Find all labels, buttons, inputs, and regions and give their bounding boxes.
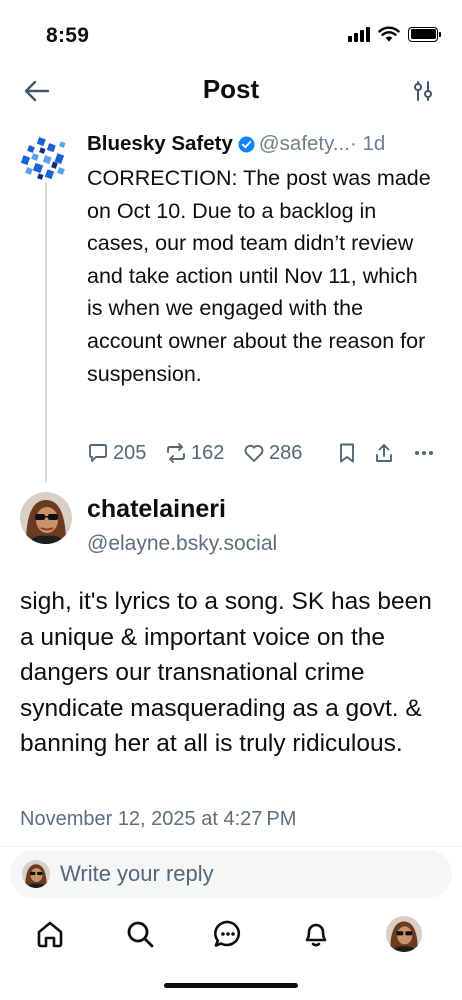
bookmark-icon — [340, 443, 354, 463]
share-icon — [376, 444, 392, 462]
divider — [0, 846, 462, 847]
header: Post — [0, 66, 462, 116]
thread-line — [45, 182, 47, 482]
page-title: Post — [202, 74, 260, 104]
author-name[interactable]: Bluesky Safety — [87, 132, 233, 156]
bell-icon — [305, 923, 327, 947]
chatelaineri-avatar[interactable] — [20, 492, 72, 544]
status-time: 8:59 — [46, 24, 90, 47]
like-count: 286 — [269, 441, 303, 464]
reply-count: 205 — [113, 441, 147, 464]
battery-icon — [408, 26, 441, 42]
parent-post[interactable]: Bluesky Safety @safety... · 1d CORRECTIO… — [87, 130, 452, 390]
more-options-button[interactable] — [413, 442, 435, 464]
sliders-icon — [414, 81, 432, 101]
profile-avatar — [386, 916, 422, 952]
tab-chat[interactable] — [208, 914, 248, 954]
post-meta: Bluesky Safety @safety... · 1d — [87, 130, 452, 158]
main-author-name[interactable]: chatelaineri — [87, 495, 226, 524]
repost-button[interactable]: 162 — [165, 442, 224, 465]
home-icon — [37, 921, 63, 948]
post-timestamp: November 12, 2025 at 4:27 PM — [20, 808, 297, 830]
bottom-tab-bar — [0, 908, 462, 964]
bookmark-button[interactable] — [337, 442, 357, 464]
verified-badge-icon — [238, 136, 255, 153]
user-avatar-icon — [20, 492, 72, 544]
reply-icon — [89, 444, 107, 462]
reply-button[interactable]: 205 — [87, 442, 146, 465]
status-icons — [348, 26, 441, 42]
post-text: CORRECTION: The post was made on Oct 10.… — [87, 166, 431, 386]
like-button[interactable]: 286 — [243, 442, 302, 465]
wifi-icon — [378, 26, 400, 42]
thread-options-button[interactable] — [408, 76, 438, 106]
heart-icon — [244, 444, 264, 462]
chat-icon — [214, 920, 241, 947]
tab-search[interactable] — [120, 914, 160, 954]
home-indicator — [164, 983, 298, 988]
author-handle[interactable]: @safety... — [259, 132, 350, 156]
reply-input[interactable]: Write your reply — [10, 850, 452, 898]
repost-icon — [167, 443, 185, 463]
search-icon — [127, 921, 154, 948]
tab-home[interactable] — [30, 914, 70, 954]
repost-count: 162 — [191, 441, 225, 464]
cellular-signal-icon — [348, 26, 370, 42]
main-author-handle[interactable]: @elayne.bsky.social — [87, 532, 277, 556]
safety-logo-icon — [20, 137, 66, 180]
share-button[interactable] — [373, 442, 395, 464]
bluesky-safety-avatar[interactable] — [20, 136, 70, 182]
tab-profile[interactable] — [384, 914, 424, 954]
tab-notifications[interactable] — [296, 914, 336, 954]
reply-placeholder: Write your reply — [60, 861, 214, 886]
post-actions: 205 162 286 — [87, 438, 447, 468]
ellipsis-icon — [415, 451, 433, 455]
current-user-avatar — [22, 860, 50, 888]
post-age: · 1d — [349, 132, 386, 155]
status-bar: 8:59 — [0, 0, 462, 66]
main-post-text: sigh, it's lyrics to a song. SK has been… — [20, 588, 432, 758]
